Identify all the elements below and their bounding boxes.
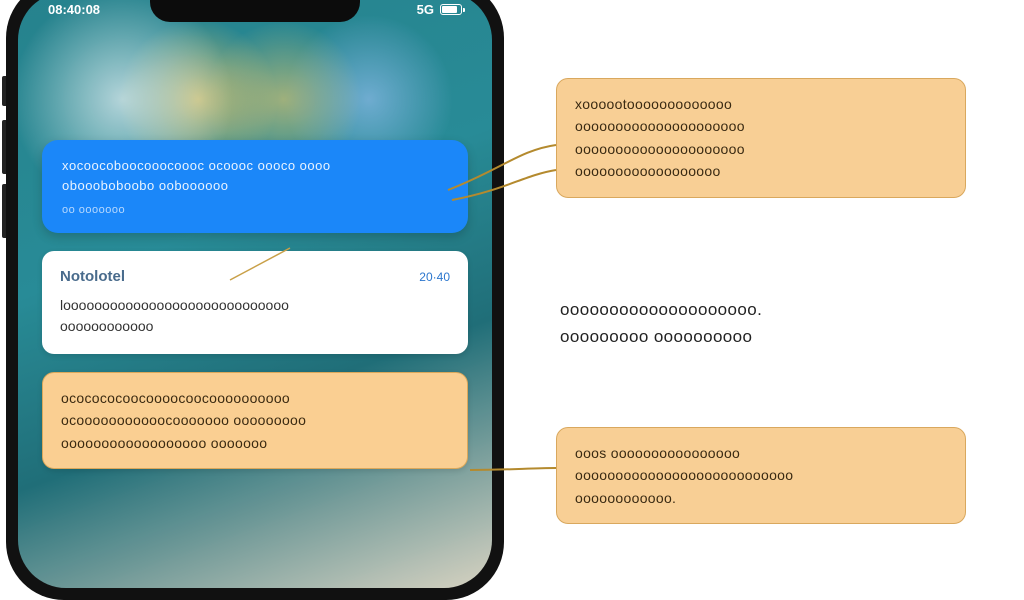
- orange-line: ococococoocoooocoocoooooooooo: [61, 387, 449, 409]
- callout-top: xoooootooooooooooooo ooooooooooooooooooo…: [556, 78, 966, 198]
- orange-line: ocooooooooooocooooooo ooooooooo: [61, 409, 449, 431]
- callout-line: oooooooooooo.: [575, 487, 947, 509]
- status-right: 5G: [417, 2, 462, 17]
- diagram-caption: oooooooooooooooooooo. ooooooooo oooooooo…: [560, 296, 960, 350]
- notification-card-white[interactable]: Notolotel 20·40 looooooooooooooooooooooo…: [42, 251, 468, 354]
- notification-banner-orange[interactable]: ococococoocoooocoocoooooooooo ocoooooooo…: [42, 372, 468, 469]
- phone-notch: [150, 0, 360, 22]
- phone-frame: 08:40:08 5G xocoocoboocooocoooc ocoooc o…: [6, 0, 504, 600]
- battery-icon: [440, 4, 462, 15]
- orange-line: oooooooooooooooooo ooooooo: [61, 432, 449, 454]
- card-header: Notolotel 20·40: [60, 265, 450, 288]
- caption-line: ooooooooo oooooooooo: [560, 323, 960, 350]
- callout-line: oooooooooooooooooo: [575, 160, 947, 182]
- card-meta: 20·40: [419, 268, 450, 287]
- callout-bottom: ooos oooooooooooooooo oooooooooooooooooo…: [556, 427, 966, 524]
- status-time: 08:40:08: [48, 2, 100, 17]
- card-line: looooooooooooooooooooooooooooo: [60, 295, 450, 317]
- phone-volume-down: [2, 184, 6, 238]
- callout-line: ooooooooooooooooooooo: [575, 138, 947, 160]
- callout-line: xoooootooooooooooooo: [575, 93, 947, 115]
- caption-line: oooooooooooooooooooo.: [560, 296, 960, 323]
- phone-screen: 08:40:08 5G xocoocoboocooocoooc ocoooc o…: [18, 0, 492, 588]
- phone-side-button: [2, 76, 6, 106]
- notification-banner-blue[interactable]: xocoocoboocooocoooc ocoooc oooco oooo ob…: [42, 140, 468, 233]
- callout-line: ooos oooooooooooooooo: [575, 442, 947, 464]
- phone-content: xocoocoboocooocoooc ocoooc oooco oooo ob…: [42, 140, 468, 469]
- banner-footer: oo ooooooo: [62, 202, 448, 219]
- banner-line: oboooboboobo ooboooooo: [62, 176, 448, 196]
- card-line: oooooooooooo: [60, 316, 450, 338]
- status-network-label: 5G: [417, 2, 434, 17]
- callout-line: ooooooooooooooooooooooooooo: [575, 464, 947, 486]
- card-title: Notolotel: [60, 265, 125, 288]
- banner-line: xocoocoboocooocoooc ocoooc oooco oooo: [62, 156, 448, 176]
- battery-fill: [442, 6, 457, 13]
- callout-line: ooooooooooooooooooooo: [575, 115, 947, 137]
- phone-volume-up: [2, 120, 6, 174]
